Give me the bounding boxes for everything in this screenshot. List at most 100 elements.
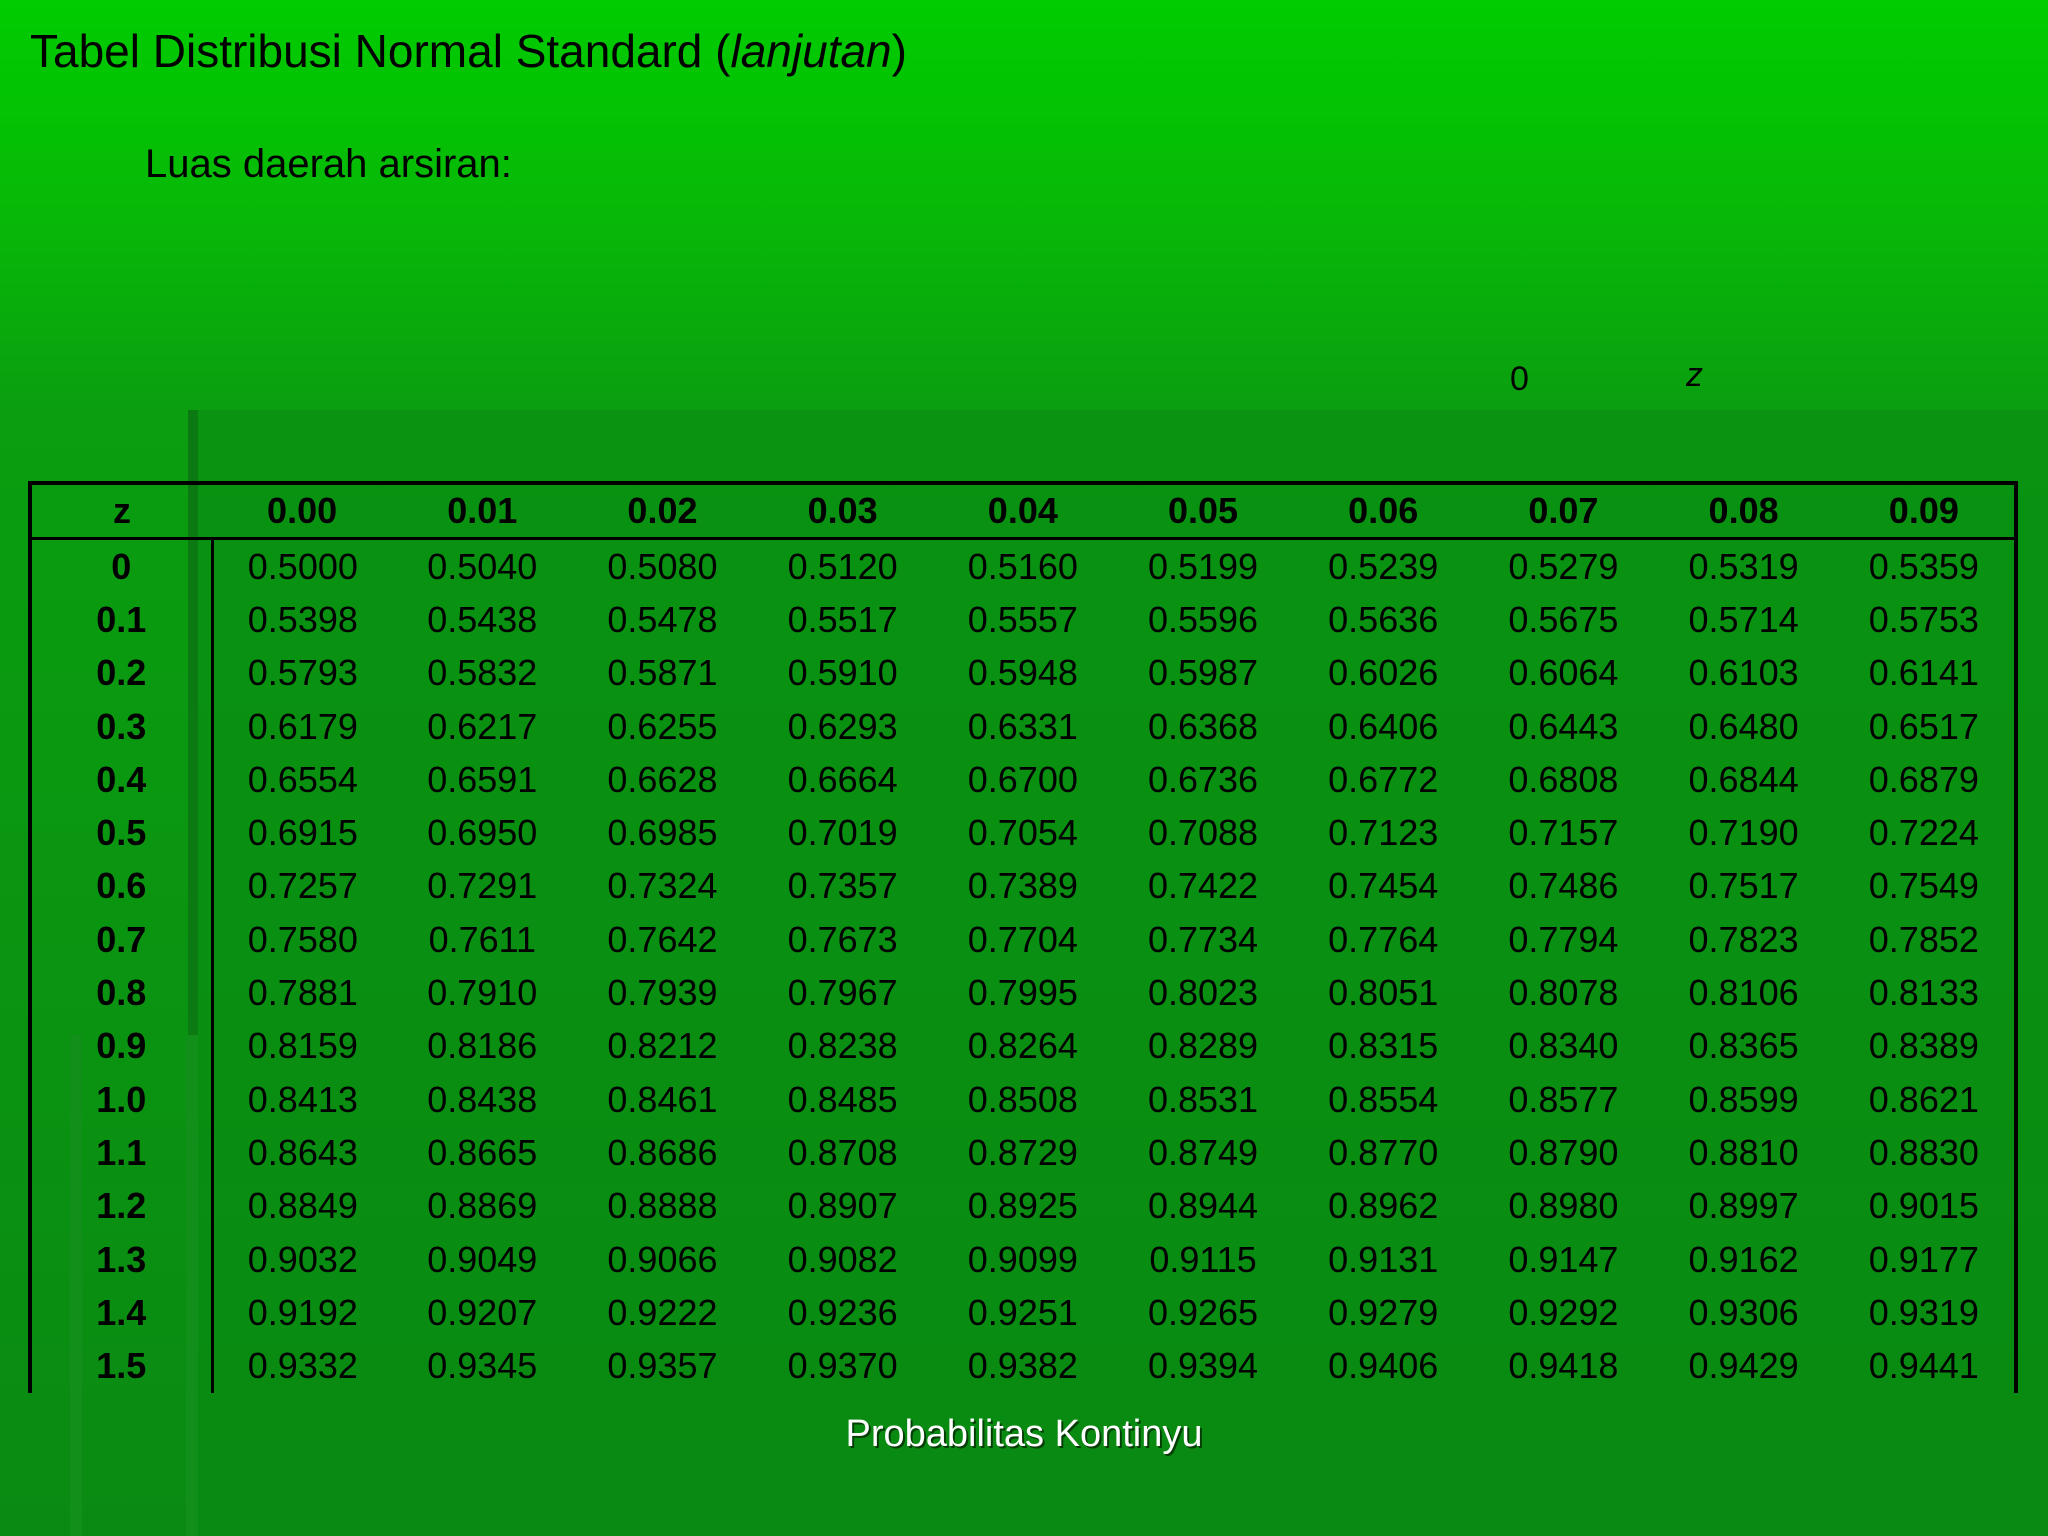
table-cell: 0.8159 [247, 1025, 358, 1067]
table-cell: 0.7157 [1508, 812, 1619, 854]
table-cell: 0.8485 [787, 1078, 898, 1120]
header-col: 0.04 [932, 485, 1113, 540]
table-cell: 0.5239 [1328, 545, 1439, 587]
table-cell: 0.8365 [1688, 1025, 1799, 1067]
table-cell: 0.6517 [1868, 705, 1979, 747]
table-cell: 0.8577 [1508, 1078, 1619, 1120]
table-cell: 0.8078 [1508, 972, 1619, 1014]
table-cell: 0.8944 [1147, 1185, 1259, 1227]
table-cell: 0.8830 [1868, 1131, 1979, 1173]
table-cell: 0.6628 [607, 758, 718, 800]
table-cell: 0.8686 [607, 1131, 718, 1173]
table-cell: 0.6772 [1328, 758, 1439, 800]
table-cell: 0.7190 [1688, 812, 1799, 854]
table-cell: 0.5753 [1868, 598, 1979, 640]
table-cell: 0.8264 [967, 1025, 1078, 1067]
table-cell: 0.8389 [1868, 1025, 1979, 1067]
table-cell: 0.9099 [967, 1238, 1078, 1280]
header-z: z [32, 485, 212, 540]
table-row: 0.6 0.7257 0.7291 0.7324 0.7357 0.7389 0.7422 0… [32, 859, 2014, 914]
row-z-value: 0.5 [32, 806, 214, 860]
table-cell: 0.8531 [1147, 1078, 1259, 1120]
table-cell: 0.5160 [967, 545, 1078, 587]
table-cell: 0.9049 [427, 1238, 538, 1280]
table-cell: 0.8643 [247, 1131, 358, 1173]
table-cell: 0.7549 [1868, 865, 1979, 907]
header-col: 0.06 [1293, 485, 1474, 540]
table-row: 1.0 0.8413 0.8438 0.8461 0.8485 0.8508 0.8531 0… [32, 1072, 2014, 1127]
table-cell: 0.5438 [427, 598, 538, 640]
title-close: ) [891, 25, 907, 77]
table-cell: 0.6844 [1688, 758, 1799, 800]
table-cell: 0.9066 [607, 1238, 718, 1280]
table-cell: 0.6179 [247, 705, 358, 747]
header-col: 0.00 [212, 485, 393, 540]
table-cell: 0.8051 [1328, 972, 1439, 1014]
table-cell: 0.7486 [1508, 865, 1619, 907]
header-col: 0.09 [1833, 485, 2014, 540]
row-z-value: 0.4 [32, 753, 214, 807]
table-cell: 0.9192 [247, 1291, 358, 1333]
row-z-value: 0.9 [32, 1019, 214, 1073]
table-cell: 0.6480 [1688, 705, 1799, 747]
table-cell: 0.9319 [1868, 1291, 1979, 1333]
table-cell: 0.8869 [427, 1185, 538, 1227]
table-cell: 0.9382 [967, 1345, 1078, 1387]
table-cell: 0.5120 [787, 545, 898, 587]
table-body: 0 0.5000 0.5040 0.5080 0.5120 0.5160 0.5199 0.5… [32, 538, 2014, 1393]
table-cell: 0.5040 [427, 545, 538, 587]
table-cell: 0.8340 [1508, 1025, 1619, 1067]
table-cell: 0.9306 [1688, 1291, 1799, 1333]
table-cell: 0.5832 [427, 652, 538, 694]
row-z-value: 0.2 [32, 646, 214, 700]
table-cell: 0.6141 [1868, 652, 1979, 694]
table-cell: 0.9292 [1508, 1291, 1619, 1333]
table-cell: 0.9236 [787, 1291, 898, 1333]
table-cell: 0.8962 [1328, 1185, 1439, 1227]
table-cell: 0.8621 [1868, 1078, 1979, 1120]
table-cell: 0.6255 [607, 705, 718, 747]
table-row: 0.8 0.7881 0.7910 0.7939 0.7967 0.7995 0.8023 0… [32, 966, 2014, 1020]
table-row: 1.4 0.9192 0.9207 0.9222 0.9236 0.9251 0.9265 0… [32, 1286, 2014, 1340]
table-cell: 0.7910 [427, 972, 538, 1014]
table-cell: 0.5636 [1328, 598, 1439, 640]
header-col: 0.07 [1473, 485, 1654, 540]
table-row: 0.4 0.6554 0.6591 0.6628 0.6664 0.6700 0.6736 0… [32, 753, 2014, 807]
table-cell: 0.8315 [1328, 1025, 1439, 1067]
table-cell: 0.9177 [1868, 1238, 1979, 1280]
table-cell: 0.8925 [967, 1185, 1078, 1227]
table-cell: 0.9015 [1868, 1185, 1979, 1227]
row-z-value: 1.3 [32, 1232, 214, 1287]
table-cell: 0.5675 [1508, 598, 1619, 640]
table-cell: 0.6591 [427, 758, 538, 800]
row-z-value: 1.2 [32, 1179, 214, 1233]
row-z-value: 0.8 [32, 966, 214, 1020]
table-cell: 0.6736 [1147, 758, 1259, 800]
table-cell: 0.6985 [607, 812, 718, 854]
normal-distribution-table: z 0.00 0.01 0.02 0.03 0.04 0.05 0.06 0.07 0.08 0.0… [32, 485, 2014, 1393]
table-cell: 0.5080 [607, 545, 718, 587]
table-cell: 0.9131 [1328, 1238, 1439, 1280]
table-cell: 0.9345 [427, 1345, 538, 1387]
table-cell: 0.5596 [1147, 598, 1259, 640]
table-row: 0.9 0.8159 0.8186 0.8212 0.8238 0.8264 0.8289 0… [32, 1019, 2014, 1073]
table-cell: 0.7257 [247, 865, 358, 907]
table-cell: 0.9147 [1508, 1238, 1619, 1280]
figure-label-z: z [1686, 356, 1703, 394]
table-row: 0.5 0.6915 0.6950 0.6985 0.7019 0.7054 0.7088 0… [32, 806, 2014, 860]
table-cell: 0.7852 [1868, 918, 1979, 960]
table-cell: 0.6950 [427, 812, 538, 854]
normal-table-frame: z 0.00 0.01 0.02 0.03 0.04 0.05 0.06 0.07 0.08 0.0… [28, 481, 2018, 1393]
table-row: 1.2 0.8849 0.8869 0.8888 0.8907 0.8925 0.8944 0… [32, 1179, 2014, 1233]
table-row: 0.7 0.7580 0.7611 0.7642 0.7673 0.7704 0.7734 0… [32, 913, 2014, 967]
table-cell: 0.7794 [1508, 918, 1619, 960]
table-cell: 0.8599 [1688, 1078, 1799, 1120]
table-cell: 0.7054 [967, 812, 1078, 854]
table-cell: 0.6664 [787, 758, 898, 800]
table-cell: 0.8980 [1508, 1185, 1619, 1227]
table-cell: 0.5279 [1508, 545, 1619, 587]
table-cell: 0.7611 [428, 918, 536, 960]
table-cell: 0.6103 [1688, 652, 1799, 694]
table-cell: 0.8790 [1508, 1131, 1619, 1173]
table-cell: 0.8729 [967, 1131, 1078, 1173]
